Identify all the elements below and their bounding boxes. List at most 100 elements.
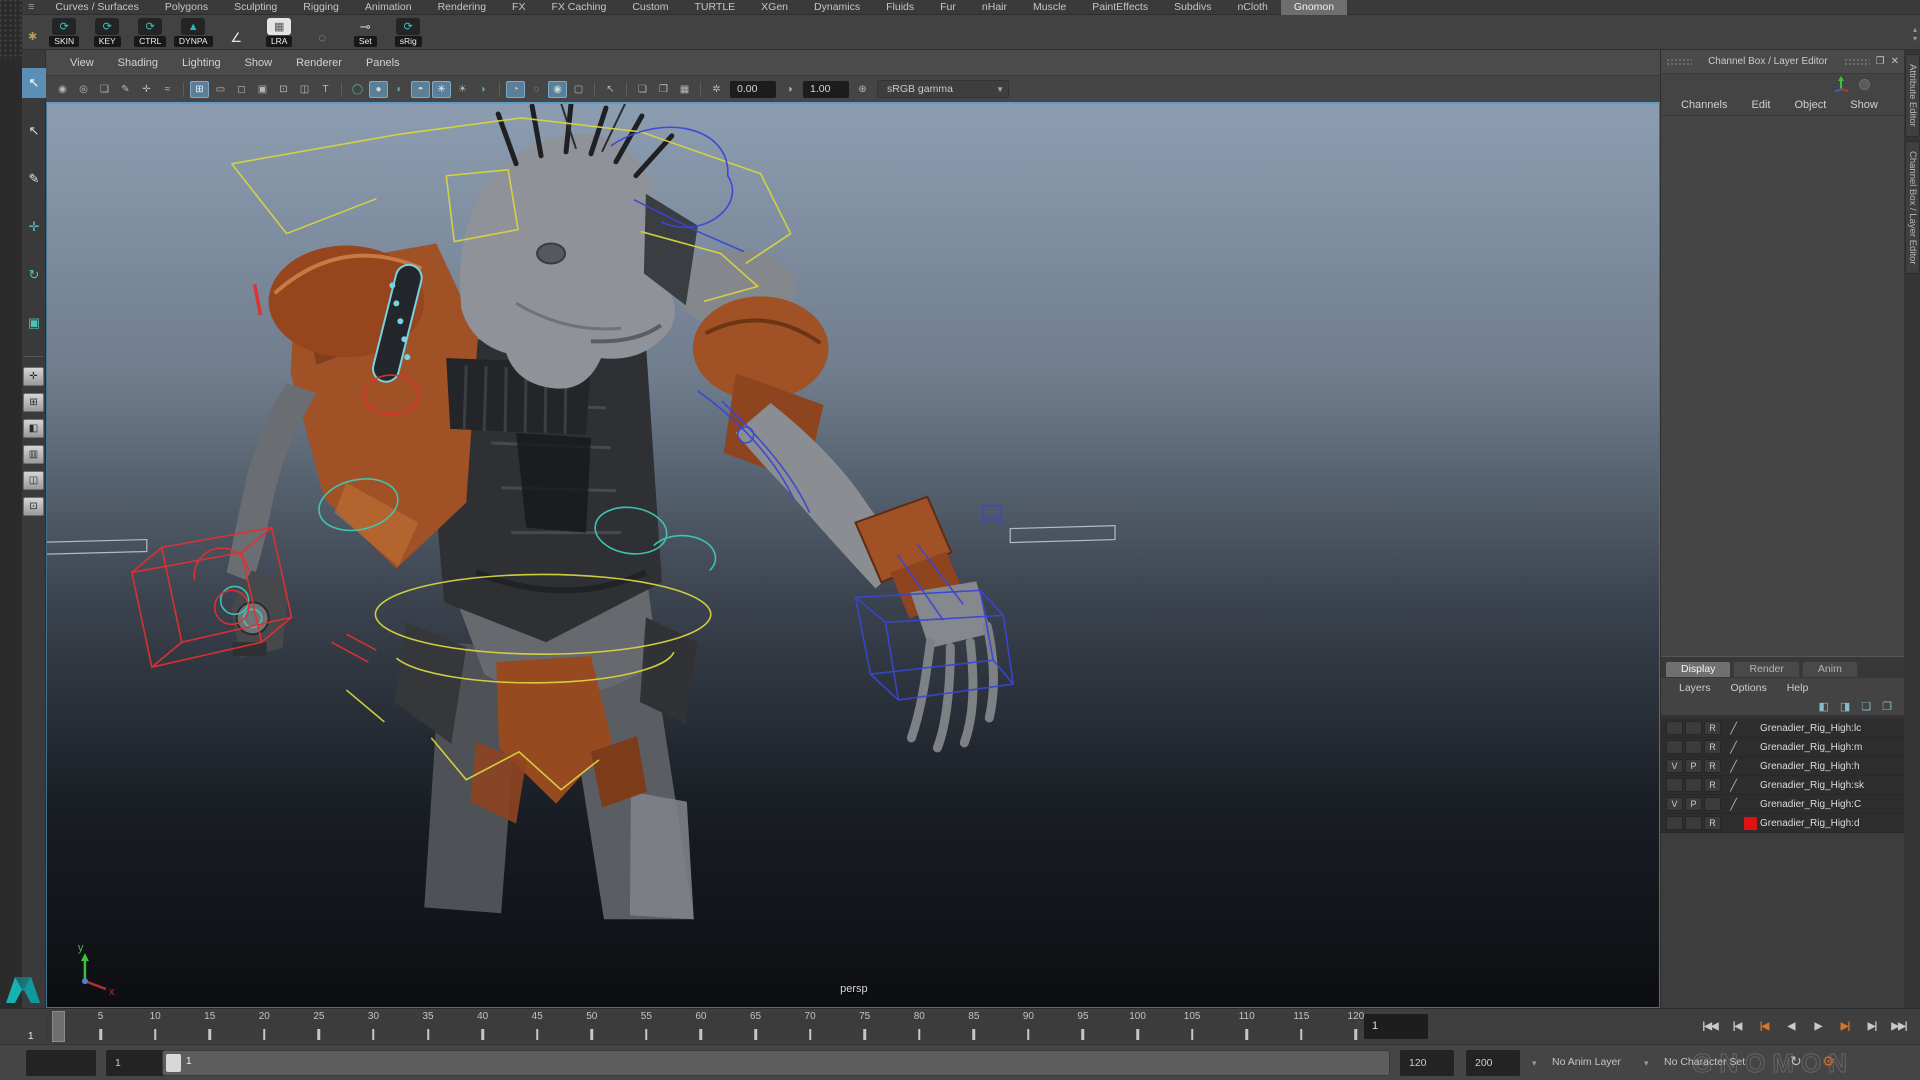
layer-playback-toggle[interactable]: P <box>1685 797 1702 811</box>
layer-visibility-toggle[interactable]: V <box>1666 759 1683 773</box>
manipulator-icon[interactable] <box>1833 76 1849 92</box>
new-layer-from-selected-icon[interactable]: ❐ <box>1882 700 1892 713</box>
layer-editor-menu-item[interactable]: Help <box>1777 682 1819 694</box>
layer-color-swatch[interactable] <box>1744 779 1757 792</box>
dock-tab[interactable]: Attribute Editor <box>1905 54 1920 137</box>
menu-item[interactable]: FX <box>499 0 538 15</box>
layer-visibility-toggle[interactable] <box>1666 740 1683 754</box>
transform-icon[interactable]: ✛ <box>137 81 156 98</box>
ipr-region-icon[interactable]: ▦ <box>675 81 694 98</box>
range-slider-handle[interactable] <box>166 1054 181 1072</box>
panel-menu-item[interactable]: Show <box>233 57 285 69</box>
use-all-lights-icon[interactable]: ✳ <box>432 81 451 98</box>
post-disabled-icon[interactable]: ▢ <box>569 81 588 98</box>
shelf-settings-icon[interactable]: ✱ <box>28 30 37 43</box>
layer-display-type-toggle[interactable]: R <box>1704 740 1721 754</box>
view-transform-dropdown[interactable]: sRGB gamma ▼ <box>877 80 1009 98</box>
rotate-tool-icon[interactable]: ↻ <box>22 260 46 290</box>
animation-preferences-icon[interactable]: ⚙ <box>1822 1053 1835 1070</box>
menu-item[interactable]: Rigging <box>290 0 352 15</box>
bookmark-icon[interactable]: ❑ <box>95 81 114 98</box>
menu-item[interactable]: Animation <box>352 0 425 15</box>
character-set-dropdown[interactable]: No Character Set <box>1664 1056 1745 1068</box>
channel-box-menu-item[interactable]: Object <box>1784 99 1836 111</box>
menu-item[interactable]: Curves / Surfaces <box>42 0 151 15</box>
timeline-ruler[interactable]: 1 5 10 15 20 <box>46 1011 1356 1042</box>
lock-camera-icon[interactable]: ◎ <box>74 81 93 98</box>
layout-two-pane-icon[interactable]: ▥ <box>23 445 44 464</box>
paint-select-tool-icon[interactable]: ✎ <box>22 164 46 194</box>
layer-color-swatch[interactable] <box>1744 798 1757 811</box>
split-pane-right-icon[interactable]: ❐ <box>654 81 673 98</box>
isolate-select-icon[interactable]: ↖ <box>601 81 620 98</box>
layer-color-swatch[interactable] <box>1744 722 1757 735</box>
menu-item[interactable]: Gnomon <box>1281 0 1347 15</box>
chevron-down-icon[interactable]: ▾ <box>1644 1058 1649 1069</box>
shelf-button[interactable]: ⟳ SKIN <box>45 18 83 47</box>
gamma-field[interactable]: 1.00 <box>803 81 849 98</box>
menu-item[interactable]: Muscle <box>1020 0 1079 15</box>
channel-box-menu-item[interactable]: Edit <box>1741 99 1780 111</box>
exposure-icon[interactable]: ✲ <box>707 81 726 98</box>
panel-menu-item[interactable]: Lighting <box>170 57 233 69</box>
wireframe-icon[interactable]: ◯ <box>348 81 367 98</box>
textured-icon[interactable]: ◓ <box>411 81 430 98</box>
layout-four-view-icon[interactable]: ⊞ <box>23 393 44 412</box>
layer-row[interactable]: V P R ╱ Grenadier_Rig_High:h <box>1661 757 1904 776</box>
anim-layer-dropdown[interactable]: No Anim Layer <box>1552 1056 1621 1068</box>
play-forwards-button[interactable]: ▶ <box>1805 1012 1831 1040</box>
layer-visibility-toggle[interactable] <box>1666 721 1683 735</box>
safe-action-icon[interactable]: ◫ <box>295 81 314 98</box>
shelf-scroll-arrows[interactable]: ▴ ▾ <box>1913 19 1917 49</box>
layer-playback-toggle[interactable] <box>1685 740 1702 754</box>
layer-editor-tab[interactable]: Render <box>1733 661 1799 677</box>
dock-tab[interactable]: Channel Box / Layer Editor <box>1905 141 1920 275</box>
step-forward-frame-button[interactable]: ▶| <box>1859 1012 1885 1040</box>
layer-row[interactable]: R ╱ Grenadier_Rig_High:m <box>1661 738 1904 757</box>
layer-playback-toggle[interactable] <box>1685 816 1702 830</box>
move-layer-down-icon[interactable]: ◨ <box>1840 700 1850 713</box>
layer-display-type-toggle[interactable]: R <box>1704 721 1721 735</box>
menu-item[interactable]: PaintEffects <box>1079 0 1161 15</box>
safe-title-icon[interactable]: T <box>316 81 335 98</box>
layer-row[interactable]: V P ╱ Grenadier_Rig_High:C <box>1661 795 1904 814</box>
channel-box-titlebar[interactable]: Channel Box / Layer Editor ❐ ✕ <box>1661 50 1904 74</box>
channel-box-menu-item[interactable]: Show <box>1840 99 1888 111</box>
auto-keyframe-icon[interactable]: ↻ <box>1790 1053 1802 1070</box>
lasso-select-tool-icon[interactable]: ↖ <box>22 116 46 146</box>
color-management-globe-icon[interactable]: ⊕ <box>853 81 872 98</box>
split-pane-left-icon[interactable]: ❏ <box>633 81 652 98</box>
shadows-icon[interactable]: ☀ <box>453 81 472 98</box>
layout-persp-outliner-icon[interactable]: ◧ <box>23 419 44 438</box>
panel-menu-item[interactable]: Renderer <box>284 57 354 69</box>
animation-end-field[interactable]: 200 <box>1466 1050 1520 1076</box>
step-forward-key-button[interactable]: ▶| <box>1832 1012 1858 1040</box>
go-to-end-button[interactable]: ▶▶| <box>1886 1012 1912 1040</box>
layer-playback-toggle[interactable] <box>1685 721 1702 735</box>
chevron-down-icon[interactable]: ▾ <box>1532 1058 1537 1069</box>
menu-item[interactable]: TURTLE <box>682 0 749 15</box>
layer-visibility-toggle[interactable]: V <box>1666 797 1683 811</box>
layer-row[interactable]: R ╱ Grenadier_Rig_High:sk <box>1661 776 1904 795</box>
play-backwards-button[interactable]: ◀ <box>1778 1012 1804 1040</box>
move-tool-icon[interactable]: ✛ <box>22 212 46 242</box>
layer-display-type-toggle[interactable]: R <box>1704 816 1721 830</box>
wireframe-on-shaded-icon[interactable]: ◐ <box>390 81 409 98</box>
menu-item[interactable]: Fluids <box>873 0 927 15</box>
smooth-shade-icon[interactable]: ● <box>369 81 388 98</box>
shelf-button[interactable]: ⊸ Set <box>346 18 384 47</box>
multisample-icon[interactable]: ◉ <box>548 81 567 98</box>
menu-grip-icon[interactable]: ≡ <box>22 1 42 13</box>
select-tool-icon[interactable]: ↖ <box>22 68 46 98</box>
current-time-field[interactable]: 1 <box>1364 1014 1428 1039</box>
layer-editor-menu-item[interactable]: Options <box>1721 682 1777 694</box>
camera-attributes-icon[interactable]: ✎ <box>116 81 135 98</box>
viewport-3d[interactable]: y x persp <box>46 102 1660 1008</box>
shelf-button[interactable]: ⟳ sRig <box>389 18 427 47</box>
panel-menu-item[interactable]: Panels <box>354 57 412 69</box>
scale-tool-icon[interactable]: ▣ <box>22 308 46 338</box>
exposure-field[interactable]: 0.00 <box>730 81 776 98</box>
popout-icon[interactable]: ❐ <box>1876 56 1885 67</box>
layer-row[interactable]: R ╱ Grenadier_Rig_High:lc <box>1661 719 1904 738</box>
ssao-icon[interactable]: ◔ <box>506 81 525 98</box>
